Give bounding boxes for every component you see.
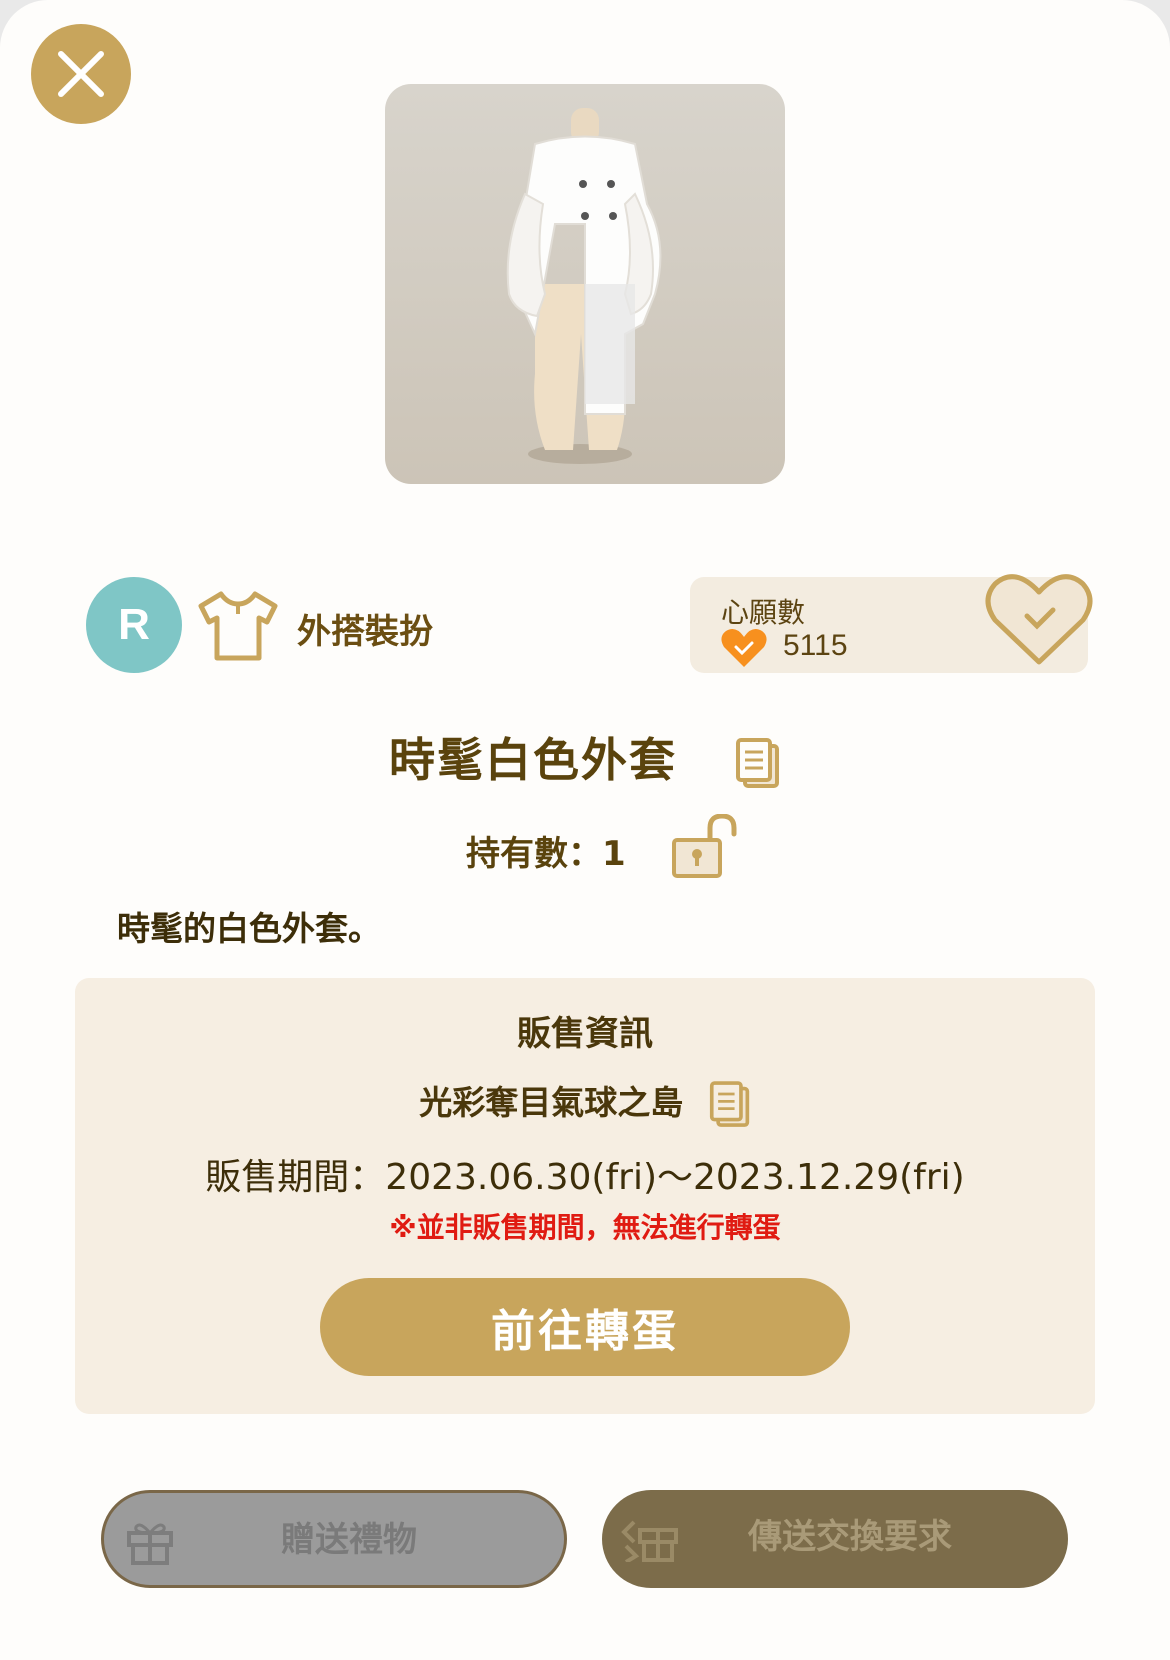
item-title-row: 時髦白色外套 bbox=[0, 724, 1170, 790]
sales-period: 販售期間：2023.06.30(fri)～2023.12.29(fri) bbox=[205, 1157, 965, 1198]
send-trade-request-button[interactable]: 傳送交換要求 bbox=[602, 1490, 1068, 1588]
send-trade-label: 傳送交換要求 bbox=[748, 1517, 952, 1557]
sales-warning: ※並非販售期間，無法進行轉蛋 bbox=[389, 1211, 781, 1244]
unlock-icon[interactable] bbox=[672, 814, 738, 878]
heart-check-icon bbox=[721, 629, 767, 667]
send-gift-button[interactable]: 贈送禮物 bbox=[101, 1490, 567, 1588]
copy-icon[interactable] bbox=[709, 1080, 751, 1129]
wishlist-count: 5115 bbox=[783, 629, 848, 662]
item-detail-sheet: R 外搭裝扮 心願數 5115 時髦白色外套 持有數：1 時髦的白色外套。 販售… bbox=[0, 0, 1170, 1660]
shirt-icon bbox=[198, 591, 278, 661]
rarity-badge: R bbox=[86, 577, 182, 673]
wishlist-heart-button[interactable] bbox=[985, 570, 1093, 668]
item-image bbox=[385, 84, 785, 484]
sales-info-panel: 販售資訊 光彩奪目氣球之島 販售期間：2023.06.30(fri)～2023.… bbox=[75, 978, 1095, 1414]
sales-event-row: 光彩奪目氣球之島 bbox=[75, 1076, 1095, 1129]
owned-count: 持有數：1 bbox=[466, 834, 626, 874]
coat-on-mannequin-image bbox=[506, 108, 662, 464]
close-button[interactable] bbox=[31, 24, 131, 124]
wishlist-title: 心願數 bbox=[721, 596, 806, 629]
item-title: 時髦白色外套 bbox=[388, 733, 677, 787]
item-description: 時髦的白色外套。 bbox=[117, 909, 381, 948]
sales-event-name: 光彩奪目氣球之島 bbox=[419, 1083, 684, 1122]
copy-icon[interactable] bbox=[735, 737, 781, 790]
sales-title: 販售資訊 bbox=[517, 1014, 653, 1054]
send-gift-label: 贈送禮物 bbox=[281, 1520, 417, 1560]
go-to-gacha-button[interactable]: 前往轉蛋 bbox=[320, 1278, 850, 1376]
category-label: 外搭裝扮 bbox=[297, 612, 433, 652]
close-icon bbox=[58, 51, 104, 97]
